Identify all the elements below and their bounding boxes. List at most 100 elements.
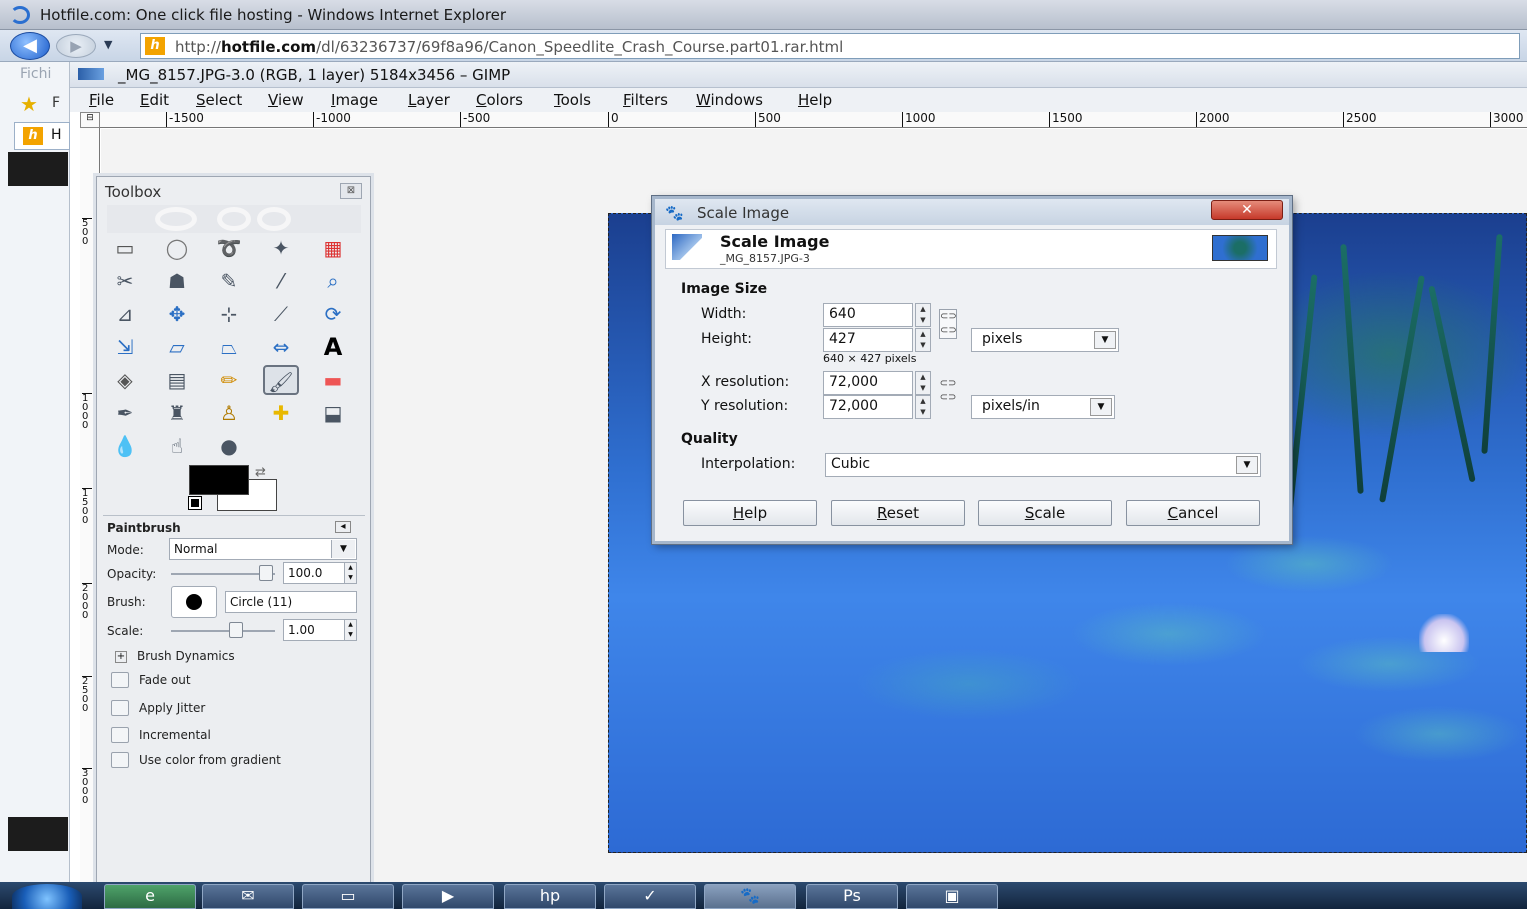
use-gradient-color-label[interactable]: Use color from gradient: [139, 753, 281, 767]
taskbar-ie-icon[interactable]: e: [104, 884, 196, 909]
color-select-icon[interactable]: ▦: [315, 233, 351, 263]
mode-select[interactable]: Normal ▼: [169, 538, 357, 560]
dodge-burn-icon[interactable]: ●: [211, 431, 247, 461]
eraser-icon[interactable]: ▬: [315, 365, 351, 395]
scale-slider-track[interactable]: [171, 630, 275, 632]
blend-icon[interactable]: ▤: [159, 365, 195, 395]
taskbar-check-icon[interactable]: ✓: [604, 884, 696, 909]
taskbar-explorer-icon[interactable]: ▭: [302, 884, 394, 909]
menu-layer[interactable]: Layer: [408, 91, 450, 109]
measure-icon[interactable]: ⊿: [107, 299, 143, 329]
bucket-fill-icon[interactable]: ◈: [107, 365, 143, 395]
chain-link-icon[interactable]: ⊂⊃ ⊂⊃: [939, 309, 957, 339]
heal-icon[interactable]: ✚: [263, 398, 299, 428]
free-select-icon[interactable]: ➰: [211, 233, 247, 263]
swap-colors-icon[interactable]: ⇄: [255, 465, 266, 480]
fade-out-checkbox[interactable]: [111, 672, 129, 688]
brush-preview-button[interactable]: [171, 586, 217, 618]
scissors-icon[interactable]: ✂: [107, 266, 143, 296]
clone-icon[interactable]: ♙: [211, 398, 247, 428]
fade-out-label[interactable]: Fade out: [139, 673, 191, 687]
airbrush-icon[interactable]: ✒: [107, 398, 143, 428]
scale-icon[interactable]: ⇲: [107, 332, 143, 362]
expand-plus-icon[interactable]: +: [115, 651, 127, 663]
blur-icon[interactable]: 💧: [107, 431, 143, 461]
resolution-chain-icon[interactable]: ⊂⊃ ⊂⊃: [939, 377, 957, 407]
fuzzy-select-icon[interactable]: ✦: [263, 233, 299, 263]
tool-options-menu-icon[interactable]: ◂: [335, 521, 351, 533]
spin-arrows-icon[interactable]: ▲ ▼: [344, 620, 356, 640]
apply-jitter-checkbox[interactable]: [111, 700, 129, 716]
shear-icon[interactable]: ▱: [159, 332, 195, 362]
move-icon[interactable]: ✥: [159, 299, 195, 329]
incremental-checkbox[interactable]: [111, 727, 129, 743]
x-resolution-spin-arrows-icon[interactable]: ▲ ▼: [915, 371, 931, 395]
scale-spinbutton[interactable]: 1.00 ▲ ▼: [283, 619, 357, 641]
menu-view[interactable]: View: [268, 91, 304, 109]
history-dropdown-icon[interactable]: ▼: [104, 38, 120, 54]
y-resolution-input[interactable]: 72,000: [823, 395, 913, 419]
address-url[interactable]: http://hotfile.com/dl/63236737/69f8a96/C…: [175, 38, 843, 56]
width-spin-arrows-icon[interactable]: ▲ ▼: [915, 303, 931, 327]
brush-dynamics-expander[interactable]: Brush Dynamics: [137, 649, 235, 663]
menu-fichier[interactable]: Fichi: [20, 66, 51, 82]
paths-icon[interactable]: ✎: [211, 266, 247, 296]
color-selector[interactable]: ⇄: [189, 465, 279, 511]
height-input[interactable]: 427: [823, 328, 913, 352]
back-button[interactable]: ◀: [10, 32, 50, 60]
pencil-icon[interactable]: ✏: [211, 365, 247, 395]
menu-image[interactable]: Image: [331, 91, 378, 109]
spin-arrows-icon[interactable]: ▲ ▼: [344, 563, 356, 583]
menu-tools[interactable]: Tools: [554, 91, 591, 109]
horizontal-ruler[interactable]: -1500 -1000 -500 0 500 1000 1500 2000 25…: [80, 112, 1527, 128]
menu-filters[interactable]: Filters: [623, 91, 668, 109]
start-button[interactable]: [12, 884, 82, 909]
smudge-icon[interactable]: ☝: [159, 431, 195, 461]
apply-jitter-label[interactable]: Apply Jitter: [139, 701, 205, 715]
foreground-color-swatch[interactable]: [189, 465, 249, 495]
text-icon[interactable]: A: [315, 332, 351, 362]
taskbar-powerpoint-icon[interactable]: ▣: [906, 884, 998, 909]
help-button[interactable]: Help: [683, 500, 817, 526]
resolution-unit-select[interactable]: pixels/in ▼: [971, 395, 1115, 419]
taskbar-outlook-icon[interactable]: ✉: [202, 884, 294, 909]
flip-icon[interactable]: ⇔: [263, 332, 299, 362]
ruler-corner-button[interactable]: ⊟: [80, 112, 100, 128]
address-bar[interactable]: h http://hotfile.com/dl/63236737/69f8a96…: [140, 33, 1520, 59]
browser-tab[interactable]: h H: [14, 122, 70, 150]
color-picker-icon[interactable]: ⁄: [263, 266, 299, 296]
menu-select[interactable]: Select: [196, 91, 242, 109]
ink-icon[interactable]: ♜: [159, 398, 195, 428]
opacity-spinbutton[interactable]: 100.0 ▲ ▼: [283, 562, 357, 584]
x-resolution-input[interactable]: 72,000: [823, 371, 913, 395]
size-unit-select[interactable]: pixels ▼: [971, 328, 1119, 352]
menu-edit[interactable]: Edit: [140, 91, 169, 109]
brush-name-field[interactable]: Circle (11): [225, 591, 357, 613]
use-gradient-color-checkbox[interactable]: [111, 752, 129, 768]
scale-button[interactable]: Scale: [978, 500, 1112, 526]
perspective-icon[interactable]: ⏢: [211, 332, 247, 362]
wilber-drop-area[interactable]: [107, 205, 361, 233]
height-spin-arrows-icon[interactable]: ▲ ▼: [915, 328, 931, 352]
incremental-label[interactable]: Incremental: [139, 728, 211, 742]
interpolation-select[interactable]: Cubic ▼: [825, 453, 1261, 477]
scale-slider-handle[interactable]: [229, 622, 243, 638]
opacity-slider-handle[interactable]: [259, 565, 273, 581]
menu-windows[interactable]: Windows: [696, 91, 763, 109]
menu-file[interactable]: File: [89, 91, 114, 109]
rect-select-icon[interactable]: ▭: [107, 233, 143, 263]
forward-button[interactable]: ▶: [56, 34, 96, 58]
menu-colors[interactable]: Colors: [476, 91, 523, 109]
close-button[interactable]: ✕: [1211, 200, 1283, 220]
y-resolution-spin-arrows-icon[interactable]: ▲ ▼: [915, 395, 931, 419]
crop-icon[interactable]: ⟋: [263, 299, 299, 329]
favorites-label[interactable]: F: [52, 95, 60, 111]
taskbar-photoshop-icon[interactable]: Ps: [806, 884, 898, 909]
width-input[interactable]: 640: [823, 303, 913, 327]
menu-help[interactable]: Help: [798, 91, 832, 109]
favorites-star-icon[interactable]: ★: [20, 92, 38, 116]
foreground-select-icon[interactable]: ☗: [159, 266, 195, 296]
taskbar-gimp-icon[interactable]: 🐾: [704, 884, 796, 909]
ellipse-select-icon[interactable]: ◯: [159, 233, 195, 263]
taskbar-hp-icon[interactable]: hp: [504, 884, 596, 909]
